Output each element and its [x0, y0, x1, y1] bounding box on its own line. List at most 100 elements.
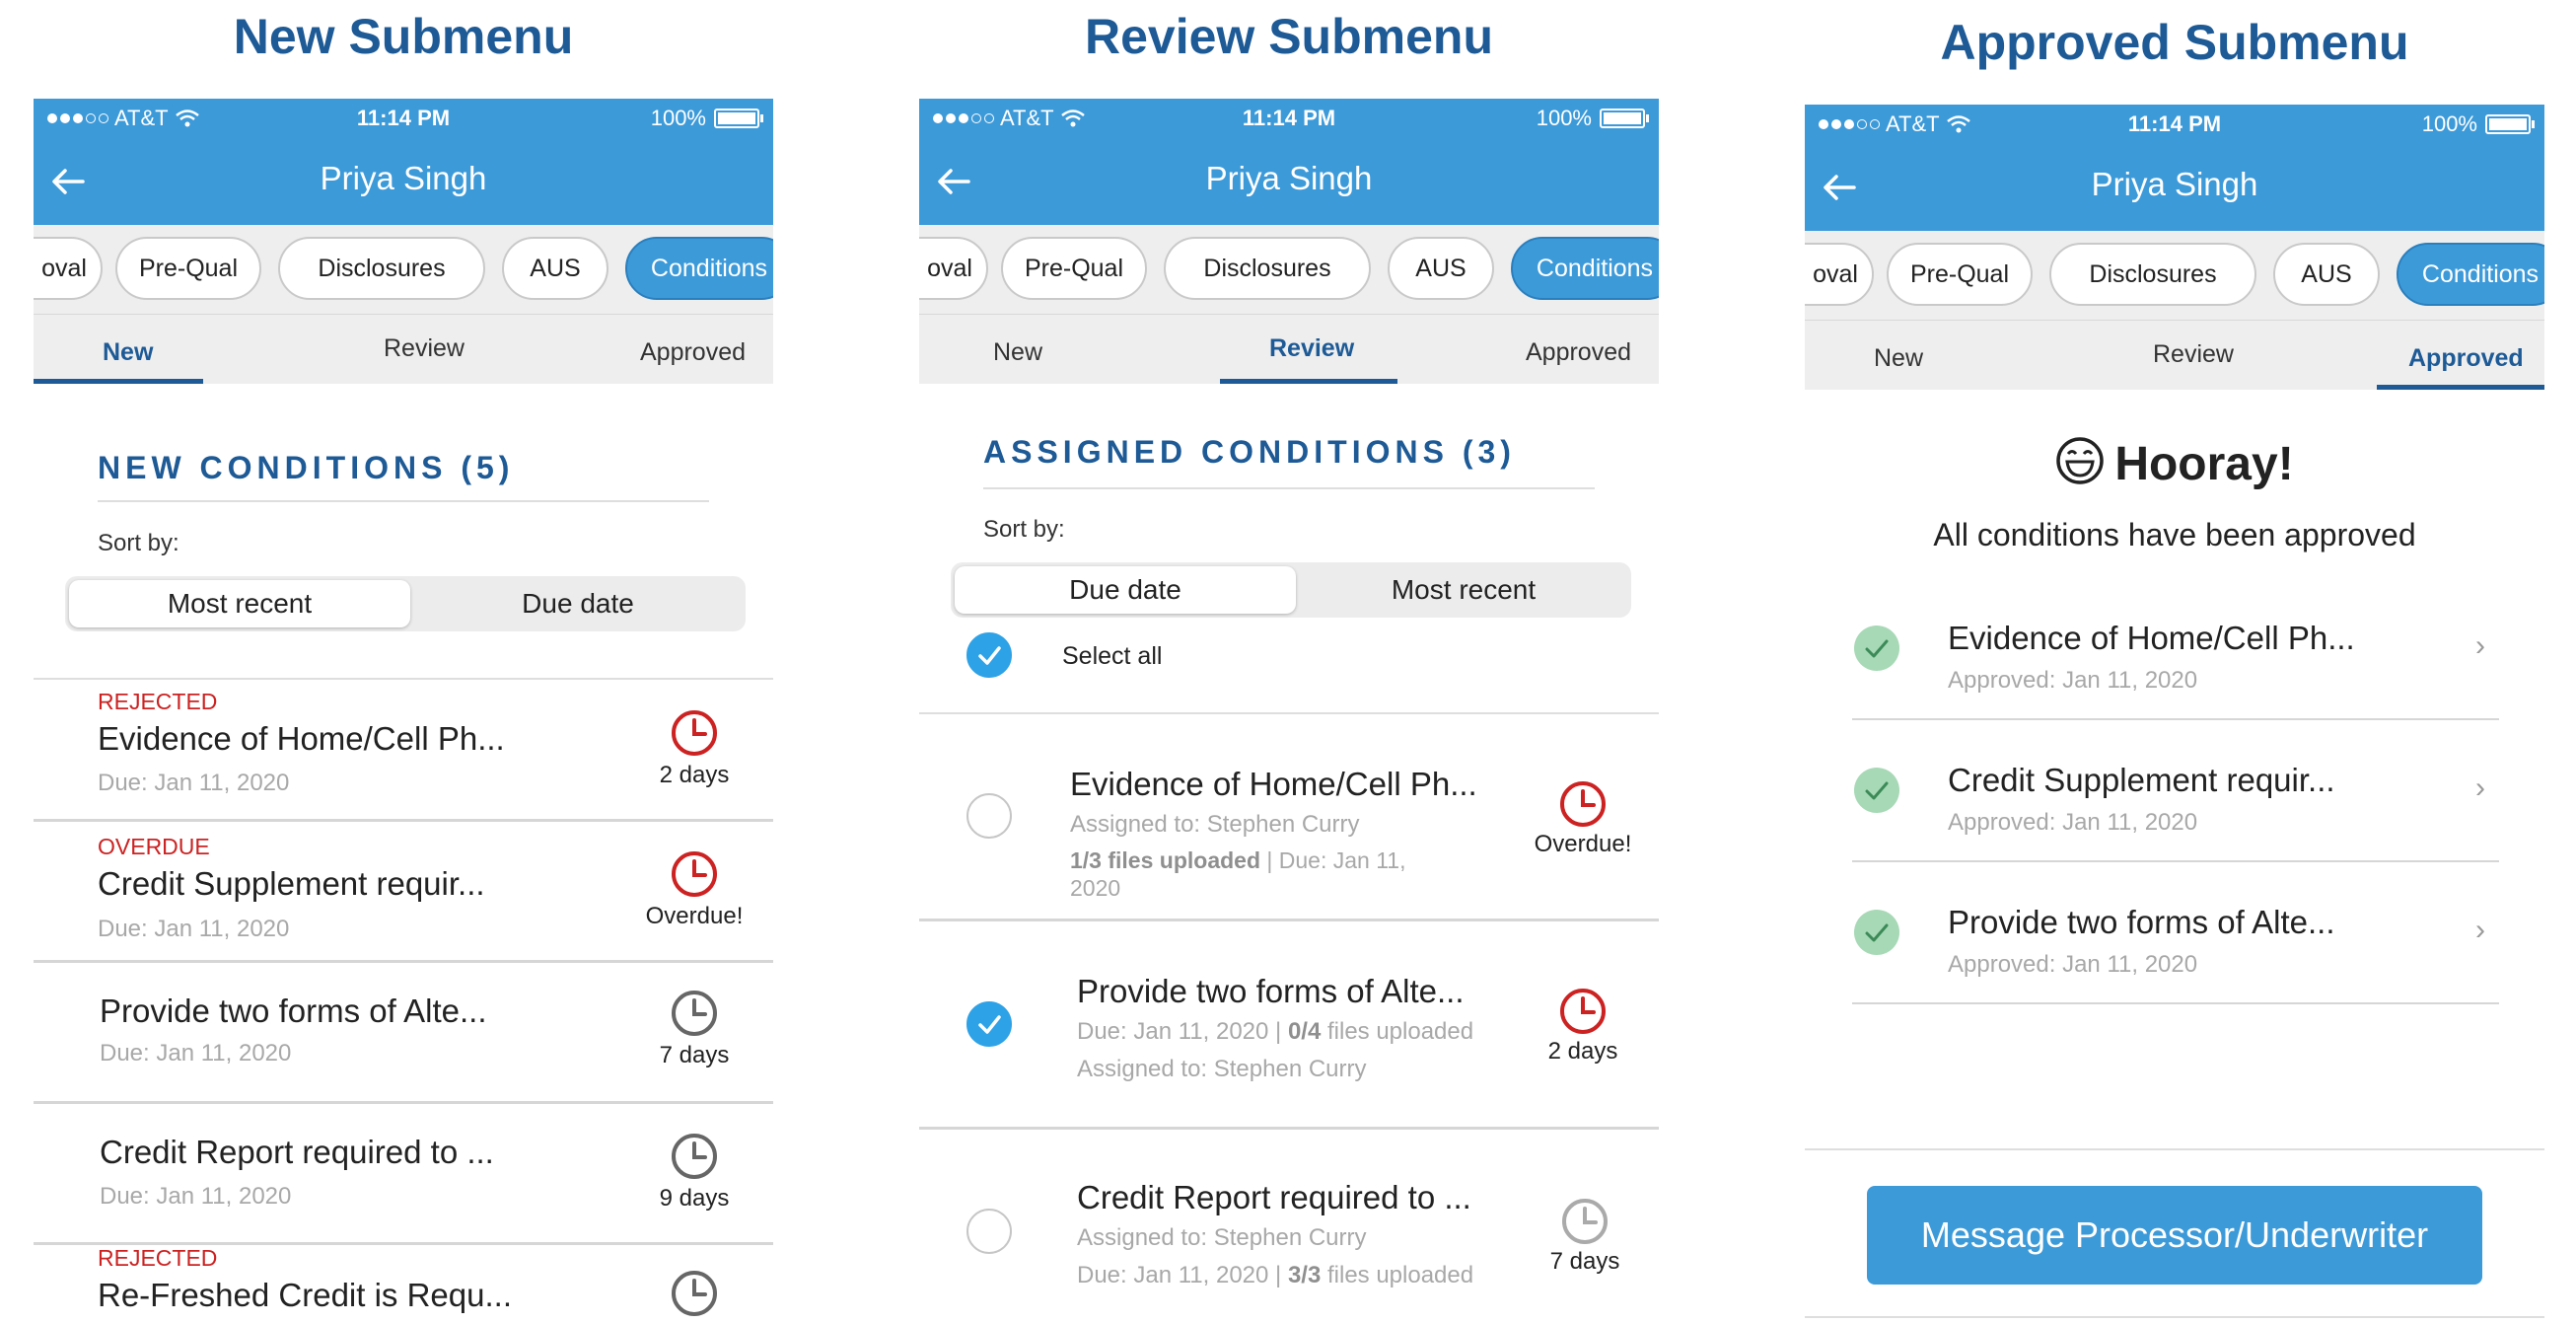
list-item[interactable]: Credit Report required to ... Assigned t…	[919, 1130, 1659, 1324]
tab-review[interactable]: Review	[1269, 334, 1354, 363]
sort-toggle: Due date Most recent	[951, 562, 1631, 618]
sort-due-date[interactable]: Due date	[955, 566, 1296, 614]
item-checkbox[interactable]	[966, 1209, 1012, 1254]
approved-check-icon	[1854, 625, 1899, 671]
chip-prequal[interactable]: Pre-Qual	[1001, 237, 1147, 300]
time-remaining: 2 days	[659, 762, 730, 788]
chip-disclosures[interactable]: Disclosures	[2049, 243, 2256, 306]
message-processor-button[interactable]: Message Processor/Underwriter	[1867, 1186, 2482, 1285]
assignee: Assigned to: Stephen Curry	[1070, 811, 1360, 838]
chip-prequal[interactable]: Pre-Qual	[115, 237, 261, 300]
tab-approved[interactable]: Approved	[2408, 344, 2524, 373]
status-tag: REJECTED	[98, 689, 218, 714]
tab-new[interactable]: New	[1874, 344, 1923, 373]
chevron-right-icon: ›	[2475, 629, 2485, 662]
list-item[interactable]: Evidence of Home/Cell Ph... Approved: Ja…	[1852, 578, 2499, 720]
section-title: NEW CONDITIONS (5)	[98, 450, 515, 485]
tab-approved[interactable]: Approved	[1526, 338, 1631, 367]
due-date: Due: Jan 11, 2020 |	[1077, 1262, 1288, 1288]
tab-new[interactable]: New	[993, 338, 1042, 367]
condition-title: Provide two forms of Alte...	[100, 993, 487, 1029]
phone-screen: AT&T 11:14 PM 100% Priya Singh oval Pre-…	[1805, 105, 2544, 1324]
section-divider	[983, 487, 1595, 489]
chip-disclosures[interactable]: Disclosures	[278, 237, 485, 300]
status-bar: AT&T 11:14 PM 100%	[1805, 105, 2544, 144]
time-remaining: Overdue!	[645, 903, 744, 929]
tab-approved[interactable]: Approved	[640, 338, 746, 367]
chip-approval[interactable]: oval	[34, 237, 103, 300]
item-checkbox[interactable]	[966, 793, 1012, 839]
battery-percent: 100%	[1536, 106, 1592, 130]
chip-prequal[interactable]: Pre-Qual	[1887, 243, 2033, 306]
list-item[interactable]: OVERDUE Credit Supplement requir... Due:…	[34, 822, 773, 963]
list-item[interactable]: REJECTED Evidence of Home/Cell Ph... Due…	[34, 681, 773, 822]
time-remaining: 7 days	[659, 1042, 730, 1068]
sub-tabs: New Review Approved	[34, 314, 773, 384]
files-label: files uploaded	[1321, 1262, 1474, 1288]
status-bar: AT&T 11:14 PM 100%	[34, 99, 773, 138]
chip-conditions[interactable]: Conditions	[625, 237, 773, 300]
list-item[interactable]: Provide two forms of Alte... Due: Jan 11…	[919, 921, 1659, 1130]
battery-icon	[1600, 109, 1649, 128]
approved-check-icon	[1854, 910, 1899, 955]
list-item[interactable]: Provide two forms of Alte... Due: Jan 11…	[34, 963, 773, 1104]
list-item[interactable]: Evidence of Home/Cell Ph... Assigned to:…	[919, 714, 1659, 921]
due-date: Due: Jan 11, 2020	[100, 1183, 292, 1210]
panel-heading: Review Submenu	[1085, 9, 1493, 64]
select-all-label[interactable]: Select all	[1062, 642, 1162, 671]
assignee: Assigned to: Stephen Curry	[1077, 1056, 1367, 1082]
footer-divider	[1805, 1148, 2544, 1150]
sort-most-recent[interactable]: Most recent	[1296, 562, 1631, 618]
tab-review[interactable]: Review	[2153, 340, 2234, 369]
condition-title: Provide two forms of Alte...	[1948, 904, 2335, 940]
nav-bar: Priya Singh	[919, 138, 1659, 225]
list-item[interactable]: Credit Supplement requir... Approved: Ja…	[1852, 720, 2499, 862]
chip-approval[interactable]: oval	[919, 237, 988, 300]
sort-toggle: Most recent Due date	[65, 576, 746, 631]
tab-underline	[34, 379, 203, 384]
approved-check-icon	[1854, 768, 1899, 813]
panel-heading: Approved Submenu	[1940, 15, 2409, 70]
clock-icon	[672, 851, 717, 897]
borrower-name: Priya Singh	[1205, 160, 1373, 196]
approved-date: Approved: Jan 11, 2020	[1948, 951, 2198, 978]
clock-icon	[1560, 989, 1606, 1034]
borrower-name: Priya Singh	[320, 160, 487, 196]
new-submenu-panel: New Submenu AT&T 11:14 PM 100% Priya Sin…	[34, 0, 773, 1324]
files-uploaded: 3/3	[1287, 1262, 1322, 1288]
files-and-due: 1/3 files uploaded | Due: Jan 11,	[1070, 847, 1405, 874]
checkmark-icon	[978, 1015, 1001, 1034]
phone-screen: AT&T 11:14 PM 100% Priya Singh oval Pre-…	[34, 99, 773, 1324]
condition-title: Credit Report required to ...	[1077, 1179, 1471, 1215]
condition-title: Credit Supplement requir...	[1948, 762, 2335, 798]
condition-title: Evidence of Home/Cell Ph...	[1070, 766, 1477, 802]
select-all-checkbox[interactable]	[966, 632, 1012, 678]
clock-icon	[672, 991, 717, 1036]
sort-most-recent[interactable]: Most recent	[69, 580, 410, 627]
list-item[interactable]: REJECTED Re-Freshed Credit is Requ...	[34, 1245, 773, 1324]
files-uploaded: 0/4	[1287, 1018, 1322, 1045]
battery: 100%	[2422, 111, 2535, 137]
list-item[interactable]: Provide two forms of Alte... Approved: J…	[1852, 862, 2499, 1004]
due-date: Due: Jan 11, 2020	[98, 916, 290, 942]
section-divider	[98, 500, 709, 502]
sort-due-date[interactable]: Due date	[410, 576, 746, 631]
chip-conditions[interactable]: Conditions	[2397, 243, 2544, 306]
tab-review[interactable]: Review	[384, 334, 465, 363]
chip-approval[interactable]: oval	[1805, 243, 1874, 306]
chip-aus[interactable]: AUS	[502, 237, 608, 300]
item-checkbox[interactable]	[966, 1001, 1012, 1047]
list-top-divider	[34, 678, 773, 680]
tab-new[interactable]: New	[103, 338, 153, 367]
chip-conditions[interactable]: Conditions	[1511, 237, 1659, 300]
battery: 100%	[1536, 106, 1649, 131]
chevron-right-icon: ›	[2475, 914, 2485, 946]
phone-screen: AT&T 11:14 PM 100% Priya Singh oval Pre-…	[919, 99, 1659, 1324]
chip-aus[interactable]: AUS	[1388, 237, 1494, 300]
chip-disclosures[interactable]: Disclosures	[1164, 237, 1371, 300]
chip-aus[interactable]: AUS	[2273, 243, 2380, 306]
list-item[interactable]: Credit Report required to ... Due: Jan 1…	[34, 1104, 773, 1245]
category-chips: oval Pre-Qual Disclosures AUS Conditions	[919, 225, 1659, 314]
sub-tabs: New Review Approved	[1805, 320, 2544, 390]
panel-heading: New Submenu	[233, 9, 574, 64]
